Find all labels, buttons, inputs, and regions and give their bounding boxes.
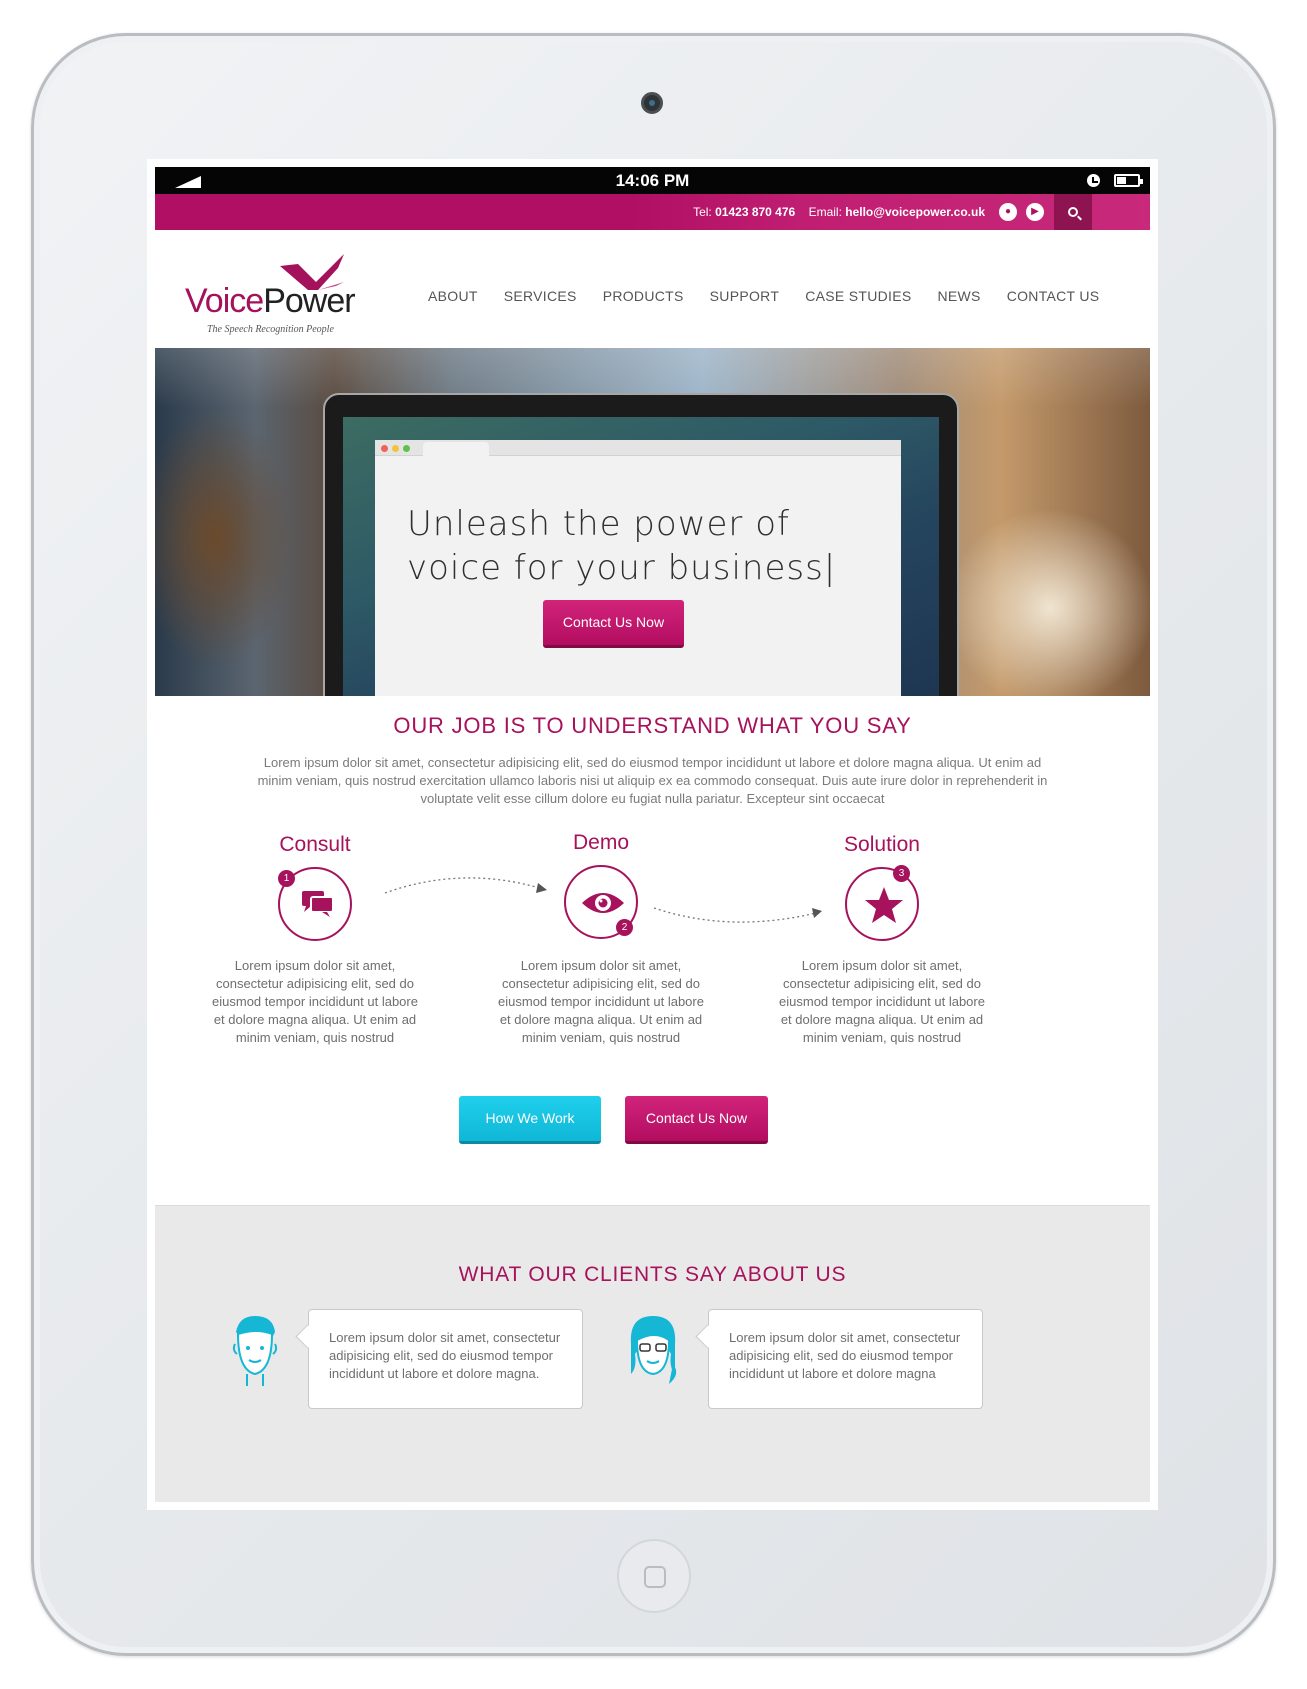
- alarm-icon: [1087, 174, 1100, 187]
- female-avatar-icon: [630, 1316, 677, 1384]
- camera-icon: [641, 92, 663, 114]
- step-number-badge: 1: [278, 870, 295, 887]
- step-consult: Consult 1 Lorem ipsum dolor sit amet, co…: [205, 833, 425, 1053]
- step-title: Demo: [572, 831, 630, 854]
- nav-case-studies[interactable]: CASE STUDIES: [805, 288, 911, 304]
- hero-bg-blur-right: [945, 508, 1150, 696]
- email-label: Email:: [808, 205, 842, 219]
- testimonial-quote-1: Lorem ipsum dolor sit amet, consectetur …: [308, 1309, 583, 1409]
- nav-support[interactable]: SUPPORT: [710, 288, 780, 304]
- laptop-illustration: Unleash the power of voice for your busi…: [323, 393, 959, 696]
- hero-banner: Unleash the power of voice for your busi…: [155, 348, 1150, 696]
- youtube-play-icon[interactable]: ▶: [1026, 203, 1044, 221]
- how-we-work-button[interactable]: How We Work: [459, 1096, 601, 1144]
- testimonials-section: WHAT OUR CLIENTS SAY ABOUT US Lorem ipsu…: [155, 1205, 1150, 1502]
- browser-chrome: [375, 440, 901, 456]
- site-header: VoicePower The Speech Recognition People…: [155, 230, 1150, 348]
- step-title: Consult: [279, 833, 351, 856]
- minimize-dot-icon: [392, 445, 399, 452]
- home-button[interactable]: [617, 1539, 691, 1613]
- laptop-screen: Unleash the power of voice for your busi…: [343, 417, 939, 696]
- nav-news[interactable]: NEWS: [937, 288, 980, 304]
- step-number-badge: 2: [616, 919, 633, 936]
- contact-info: Tel: 01423 870 476 Email: hello@voicepow…: [693, 205, 985, 219]
- screen: 14:06 PM Tel: 01423 870 476 Email: hello…: [147, 159, 1158, 1510]
- step-solution: Solution 3 Lorem ipsum dolor sit amet, c…: [772, 833, 992, 1053]
- nav-products[interactable]: PRODUCTS: [603, 288, 684, 304]
- section-title: OUR JOB IS TO UNDERSTAND WHAT YOU SAY: [393, 713, 912, 738]
- search-button[interactable]: [1054, 194, 1092, 230]
- hero-headline: Unleash the power of voice for your busi…: [407, 504, 837, 588]
- browser-tab: [423, 442, 489, 456]
- voicepower-logo[interactable]: VoicePower The Speech Recognition People: [185, 252, 360, 335]
- hero-contact-button[interactable]: Contact Us Now: [543, 600, 684, 648]
- tel-link[interactable]: 01423 870 476: [715, 205, 795, 219]
- main-nav: ABOUT SERVICES PRODUCTS SUPPORT CASE STU…: [428, 288, 1125, 304]
- step-demo: Demo 2 Lorem ipsum dolor sit amet, conse…: [491, 831, 711, 1053]
- demo-circle: 2: [564, 865, 638, 939]
- tel-label: Tel:: [693, 205, 712, 219]
- maximize-dot-icon: [403, 445, 410, 452]
- step-description: Lorem ipsum dolor sit amet, consectetur …: [212, 958, 418, 1045]
- search-icon: [1068, 207, 1078, 217]
- nav-contact-us[interactable]: CONTACT US: [1007, 288, 1100, 304]
- status-time: 14:06 PM: [615, 171, 690, 190]
- email-link[interactable]: hello@voicepower.co.uk: [845, 205, 985, 219]
- contact-bar: Tel: 01423 870 476 Email: hello@voicepow…: [155, 194, 1150, 230]
- male-avatar-icon: [232, 1316, 278, 1386]
- logo-tagline: The Speech Recognition People: [207, 324, 334, 335]
- battery-icon: [1114, 174, 1143, 187]
- close-dot-icon: [381, 445, 388, 452]
- browser-window: Unleash the power of voice for your busi…: [375, 440, 901, 696]
- step-title: Solution: [844, 833, 920, 856]
- intro-paragraph: Lorem ipsum dolor sit amet, consectetur …: [257, 755, 1048, 806]
- consult-circle: 1: [278, 867, 352, 941]
- star-icon: [865, 887, 903, 923]
- status-bar: 14:06 PM: [155, 167, 1150, 194]
- step-description: Lorem ipsum dolor sit amet, consectetur …: [779, 958, 985, 1045]
- home-square-icon: [644, 1566, 666, 1588]
- solution-circle: 3: [845, 865, 919, 941]
- nav-about[interactable]: ABOUT: [428, 288, 478, 304]
- step-description: Lorem ipsum dolor sit amet, consectetur …: [498, 958, 704, 1045]
- twitter-icon[interactable]: ●: [999, 203, 1017, 221]
- nav-services[interactable]: SERVICES: [504, 288, 577, 304]
- logo-wordmark: VoicePower: [185, 282, 356, 320]
- contact-us-now-button[interactable]: Contact Us Now: [625, 1096, 768, 1144]
- testimonial-quote-2: Lorem ipsum dolor sit amet, consectetur …: [708, 1309, 983, 1409]
- hero-bg-blur-left: [155, 408, 295, 668]
- step-number-badge: 3: [893, 865, 910, 882]
- testimonials-title: WHAT OUR CLIENTS SAY ABOUT US: [458, 1263, 847, 1286]
